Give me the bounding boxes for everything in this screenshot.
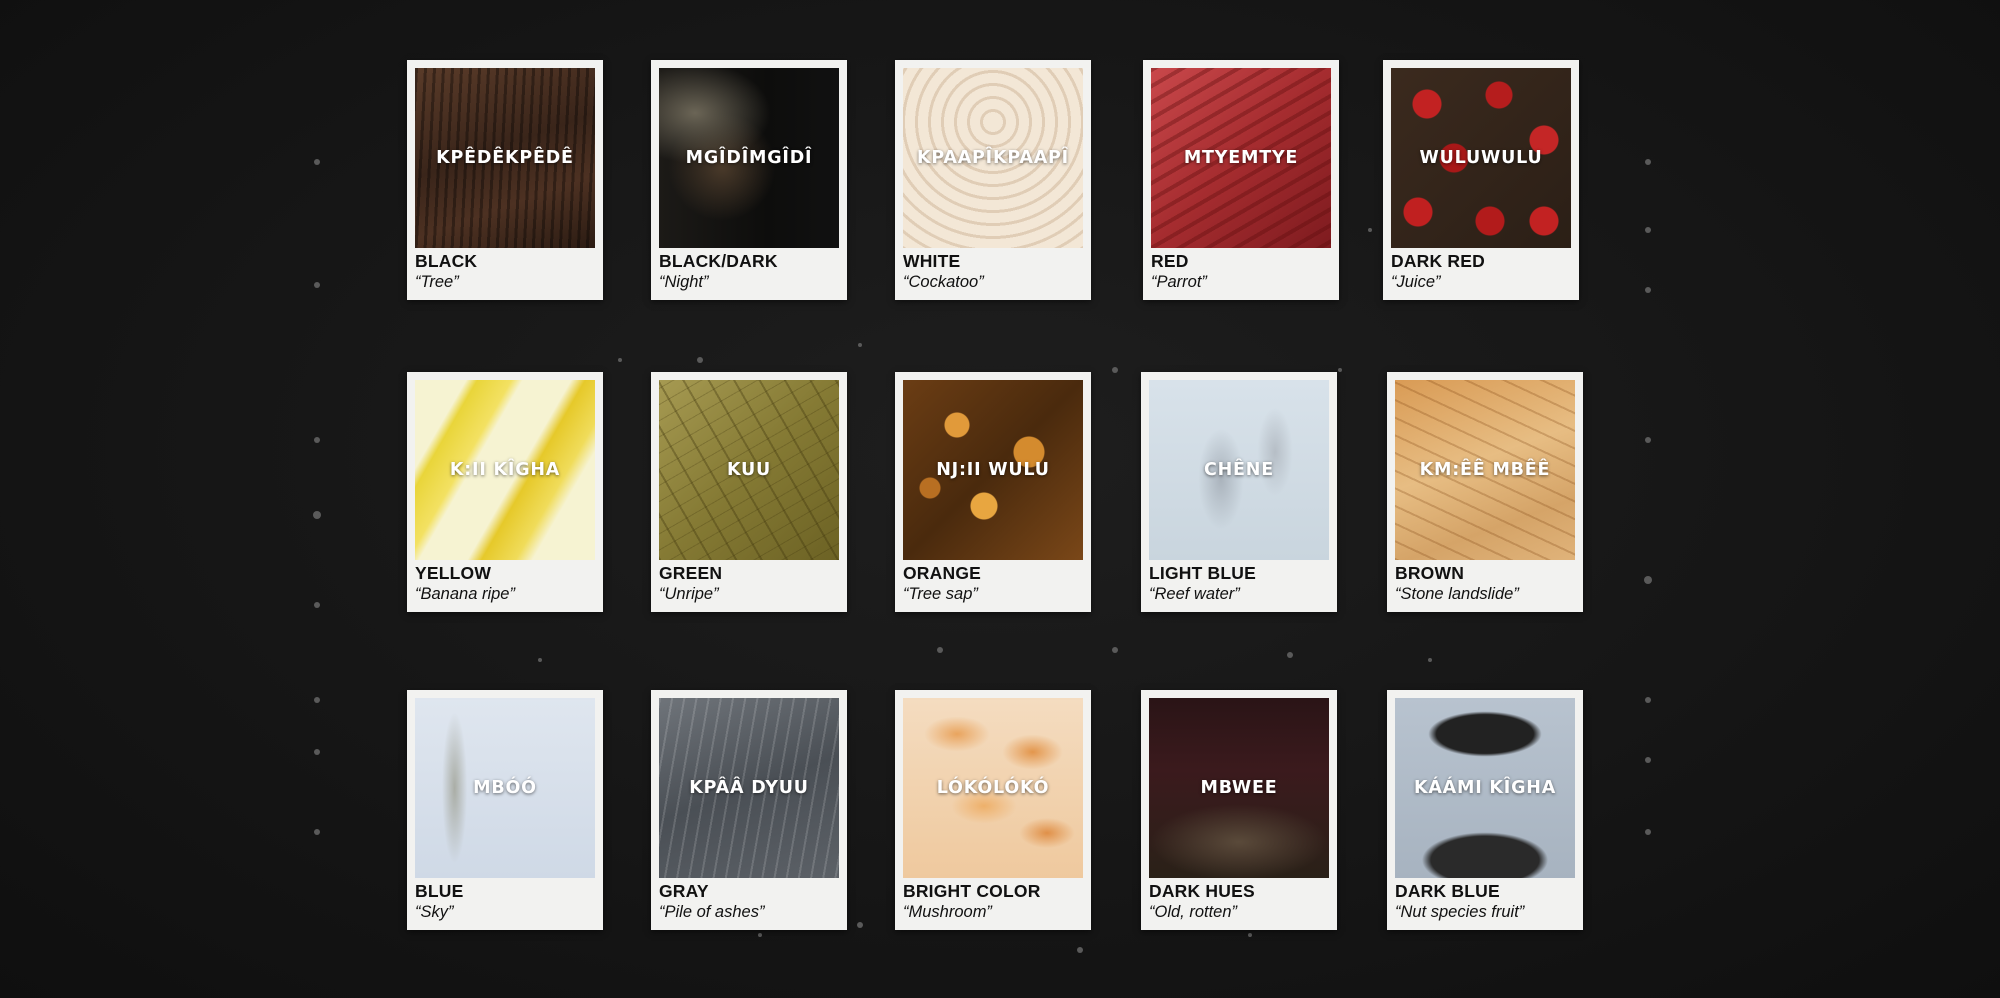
indigenous-color-word: LÓKÓLÓKÓ bbox=[936, 778, 1050, 798]
word-meaning: “Old, rotten” bbox=[1149, 903, 1238, 921]
english-color-name: BLUE bbox=[415, 881, 464, 901]
english-color-name: DARK HUES bbox=[1149, 881, 1255, 901]
indigenous-color-word: MTYEMTYE bbox=[1183, 148, 1299, 168]
word-meaning: “Parrot” bbox=[1151, 273, 1207, 291]
word-meaning: “Mushroom” bbox=[903, 903, 992, 921]
indigenous-color-word: CHÊNE bbox=[1203, 460, 1275, 480]
english-color-name: BROWN bbox=[1395, 563, 1465, 583]
color-swatch-image: LÓKÓLÓKÓ bbox=[903, 698, 1083, 878]
color-swatch-image: NJ:II WULU bbox=[903, 380, 1083, 560]
color-swatch-image: CHÊNE bbox=[1149, 380, 1329, 560]
color-swatch-image: KÁÁMI KÎGHA bbox=[1395, 698, 1575, 878]
indigenous-color-word: KPÂÂ DYUU bbox=[689, 778, 809, 798]
color-swatch-image: K:II KÎGHA bbox=[415, 380, 595, 560]
indigenous-color-word: KUU bbox=[726, 460, 772, 480]
color-card: NJ:II WULU ORANGE “Tree sap” bbox=[895, 372, 1091, 612]
word-meaning: “Reef water” bbox=[1149, 585, 1240, 603]
color-swatch-image: KPAAPÎKPAAPÎ bbox=[903, 68, 1083, 248]
color-card: MBWEE DARK HUES “Old, rotten” bbox=[1141, 690, 1337, 930]
english-color-name: WHITE bbox=[903, 251, 961, 271]
color-swatch-image: KUU bbox=[659, 380, 839, 560]
color-card: MBÓÓ BLUE “Sky” bbox=[407, 690, 603, 930]
indigenous-color-word: KPAAPÎKPAAPÎ bbox=[916, 148, 1069, 168]
english-color-name: RED bbox=[1151, 251, 1189, 271]
indigenous-color-word: K:II KÎGHA bbox=[449, 460, 561, 480]
color-card: KUU GREEN “Unripe” bbox=[651, 372, 847, 612]
english-color-name: BRIGHT COLOR bbox=[903, 881, 1041, 901]
indigenous-color-word: NJ:II WULU bbox=[936, 460, 1050, 480]
english-color-name: GRAY bbox=[659, 881, 709, 901]
color-card: KPAAPÎKPAAPÎ WHITE “Cockatoo” bbox=[895, 60, 1091, 300]
color-card: CHÊNE LIGHT BLUE “Reef water” bbox=[1141, 372, 1337, 612]
english-color-name: LIGHT BLUE bbox=[1149, 563, 1256, 583]
color-swatch-image: KPÊDÊKPÊDÊ bbox=[415, 68, 595, 248]
english-color-name: GREEN bbox=[659, 563, 723, 583]
english-color-name: BLACK/DARK bbox=[659, 251, 778, 271]
color-swatch-image: MBWEE bbox=[1149, 698, 1329, 878]
color-card: K:II KÎGHA YELLOW “Banana ripe” bbox=[407, 372, 603, 612]
english-color-name: DARK RED bbox=[1391, 251, 1485, 271]
english-color-name: BLACK bbox=[415, 251, 478, 271]
english-color-name: ORANGE bbox=[903, 563, 982, 583]
indigenous-color-word: MBÓÓ bbox=[473, 778, 537, 798]
color-card: KPÊDÊKPÊDÊ BLACK “Tree” bbox=[407, 60, 603, 300]
color-card: KPÂÂ DYUU GRAY “Pile of ashes” bbox=[651, 690, 847, 930]
color-card: WULUWULU DARK RED “Juice” bbox=[1383, 60, 1579, 300]
color-card: MGÎDÎMGÎDÎ BLACK/DARK “Night” bbox=[651, 60, 847, 300]
color-swatch-image: MGÎDÎMGÎDÎ bbox=[659, 68, 839, 248]
word-meaning: “Cockatoo” bbox=[903, 273, 984, 291]
word-meaning: “Tree sap” bbox=[903, 585, 978, 603]
indigenous-color-word: WULUWULU bbox=[1419, 148, 1543, 168]
word-meaning: “Tree” bbox=[415, 273, 459, 291]
color-swatch-image: MTYEMTYE bbox=[1151, 68, 1331, 248]
color-swatch-image: KPÂÂ DYUU bbox=[659, 698, 839, 878]
word-meaning: “Night” bbox=[659, 273, 709, 291]
indigenous-color-word: KPÊDÊKPÊDÊ bbox=[436, 148, 574, 168]
indigenous-color-word: MBWEE bbox=[1200, 778, 1278, 798]
color-card: LÓKÓLÓKÓ BRIGHT COLOR “Mushroom” bbox=[895, 690, 1091, 930]
color-card: MTYEMTYE RED “Parrot” bbox=[1143, 60, 1339, 300]
color-card: KM:ÊÊ MBÊÊ BROWN “Stone landslide” bbox=[1387, 372, 1583, 612]
word-meaning: “Nut species fruit” bbox=[1395, 903, 1525, 921]
color-swatch-image: WULUWULU bbox=[1391, 68, 1571, 248]
word-meaning: “Banana ripe” bbox=[415, 585, 515, 603]
word-meaning: “Unripe” bbox=[659, 585, 719, 603]
english-color-name: DARK BLUE bbox=[1395, 881, 1500, 901]
indigenous-color-word: KÁÁMI KÎGHA bbox=[1413, 778, 1557, 798]
word-meaning: “Sky” bbox=[415, 903, 454, 921]
word-meaning: “Pile of ashes” bbox=[659, 903, 765, 921]
color-swatch-image: MBÓÓ bbox=[415, 698, 595, 878]
word-meaning: “Juice” bbox=[1391, 273, 1441, 291]
color-swatch-image: KM:ÊÊ MBÊÊ bbox=[1395, 380, 1575, 560]
indigenous-color-word: MGÎDÎMGÎDÎ bbox=[685, 148, 813, 168]
english-color-name: YELLOW bbox=[415, 563, 492, 583]
word-meaning: “Stone landslide” bbox=[1395, 585, 1519, 603]
indigenous-color-word: KM:ÊÊ MBÊÊ bbox=[1419, 460, 1551, 480]
color-card: KÁÁMI KÎGHA DARK BLUE “Nut species fruit” bbox=[1387, 690, 1583, 930]
